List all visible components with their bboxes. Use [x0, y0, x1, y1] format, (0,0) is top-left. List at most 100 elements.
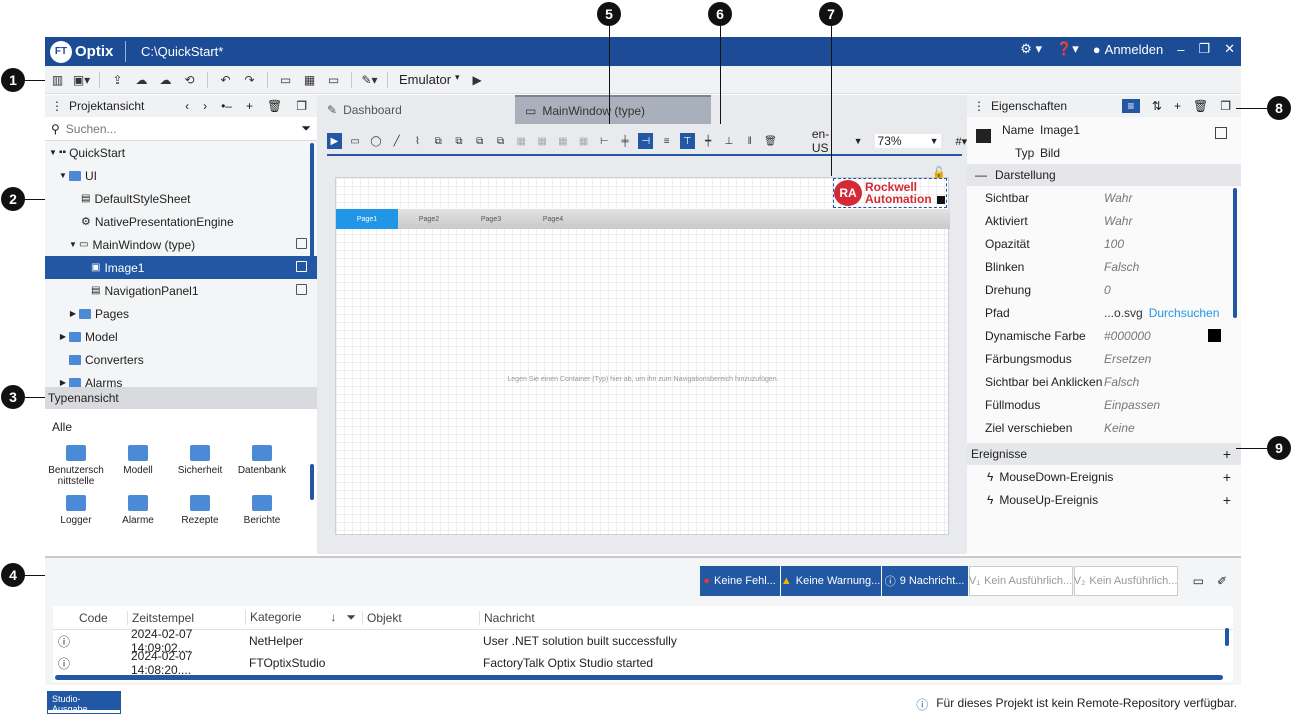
studio-output-tab[interactable]: Studio-Ausgabe [47, 691, 121, 714]
navigation-panel[interactable]: Page1 Page2 Page3 Page4 [336, 209, 950, 229]
color-swatch[interactable] [1208, 329, 1221, 342]
table-row[interactable]: ⓘ 2024-02-07 14:08:20.... FTOptixStudio … [53, 649, 1233, 677]
design-canvas[interactable]: Page1 Page2 Page3 Page4 RA Rockwell Auto… [335, 167, 950, 535]
align-middle-icon[interactable]: ┿ [701, 133, 716, 149]
prop-value[interactable]: 0 [1104, 283, 1111, 297]
type-item-model[interactable]: Modell [109, 445, 167, 487]
prop-value[interactable]: ...o.svg [1104, 306, 1143, 320]
send-back-icon[interactable]: ⧉ [452, 133, 467, 149]
tree-item-quickstart[interactable]: ▼ ▪▪ QuickStart [45, 141, 317, 164]
minimize-icon[interactable]: – [1177, 42, 1184, 57]
align-vstretch-icon[interactable]: ‖ [742, 133, 757, 149]
align-stretch-icon[interactable]: ≡ [659, 133, 674, 149]
line-tool-icon[interactable]: ╱ [389, 133, 404, 149]
nav-tab-page3[interactable]: Page3 [460, 209, 522, 229]
help-icon[interactable]: ❓▾ [1056, 41, 1079, 57]
undo-icon[interactable]: ↶ [219, 73, 232, 87]
edit-type-icon[interactable] [296, 284, 307, 295]
prop-row[interactable]: Färbungsmodus Ersetzen [967, 347, 1241, 370]
chevron-right-icon[interactable]: › [203, 99, 207, 113]
prop-row[interactable]: Pfad ...o.svg Durchsuchen [967, 301, 1241, 324]
locale-select[interactable]: en-US ▼ [812, 127, 863, 155]
add-icon[interactable]: + [246, 99, 253, 113]
edit-type-icon[interactable] [296, 261, 307, 272]
emulator-dropdown[interactable]: Emulator ▾ [399, 72, 460, 87]
type-item-security[interactable]: Sicherheit [171, 445, 229, 487]
prop-row[interactable]: Dynamische Farbe #000000 [967, 324, 1241, 347]
filter-props-icon[interactable]: ≡ [1121, 99, 1140, 113]
output-h-scrollbar[interactable] [55, 675, 1223, 680]
expand-icon[interactable]: ▶ [57, 378, 69, 387]
restore-icon[interactable]: ❐ [1198, 41, 1210, 57]
close-icon[interactable]: ✕ [1224, 41, 1235, 57]
sort-down-icon[interactable]: ↓ [330, 610, 336, 625]
zoom-select[interactable]: 73% ▼ [874, 134, 942, 148]
distribute-v-icon[interactable]: ▦ [535, 133, 550, 149]
tree-item-navigationpanel1[interactable]: ▤ NavigationPanel1 [45, 279, 317, 302]
filter-icon[interactable]: ⏷ [301, 121, 311, 136]
prop-value[interactable]: Wahr [1104, 191, 1132, 205]
name-value[interactable]: Image1 [1040, 123, 1080, 137]
resize-handle-icon[interactable] [937, 196, 945, 204]
type-item-recipes[interactable]: Rezepte [171, 495, 229, 526]
search-input[interactable] [65, 121, 302, 136]
terminal-icon[interactable]: ▭ [327, 73, 340, 87]
tree-item-nativepresentationengine[interactable]: ⚙ NativePresentationEngine [45, 210, 317, 233]
prop-value[interactable]: Keine [1104, 421, 1135, 435]
drag-handle-icon[interactable]: ⋮ [51, 99, 63, 113]
prop-value[interactable]: Falsch [1104, 375, 1139, 389]
expand-icon[interactable]: ▶ [67, 309, 79, 318]
align-left-icon[interactable]: ⊢ [597, 133, 612, 149]
prop-row[interactable]: Füllmodus Einpassen [967, 393, 1241, 416]
column-timestamp[interactable]: Zeitstempel [127, 610, 245, 625]
expand-icon[interactable]: ▶ [57, 332, 69, 341]
drag-handle-icon[interactable]: ⋮ [973, 99, 985, 113]
filter-verbose2[interactable]: V₂ Kein Ausführlich... [1073, 566, 1178, 596]
tree-item-mainwindow[interactable]: ▼ ▭ MainWindow (type) [45, 233, 317, 256]
sort-icon[interactable]: ⇅ [1152, 99, 1162, 113]
section-events[interactable]: Ereignisse + [967, 443, 1241, 465]
image1-selected[interactable]: RA Rockwell Automation [833, 178, 947, 208]
props-scrollbar[interactable] [1233, 188, 1237, 318]
bring-front-icon[interactable]: ⧉ [431, 133, 446, 149]
expand-icon[interactable]: ▼ [67, 240, 79, 249]
edit-type-icon[interactable] [1215, 127, 1227, 139]
prop-row[interactable]: Aktiviert Wahr [967, 209, 1241, 232]
prop-row[interactable]: Drehung 0 [967, 278, 1241, 301]
expand-icon[interactable]: ▼ [57, 171, 69, 180]
unlock-icon[interactable]: 🔓 [932, 166, 946, 179]
column-message[interactable]: Nachricht [479, 610, 1233, 625]
tree-scrollbar[interactable] [310, 143, 314, 263]
event-row[interactable]: ϟ MouseUp-Ereignis + [967, 488, 1241, 511]
type-item-reports[interactable]: Berichte [233, 495, 291, 526]
cloud-download-icon[interactable]: ☁ [159, 73, 172, 87]
add-icon[interactable]: + [1223, 492, 1231, 508]
type-item-alarms[interactable]: Alarme [109, 495, 167, 526]
distribute-h-icon[interactable]: ▦ [514, 133, 529, 149]
copy-icon[interactable]: ❐ [1220, 99, 1231, 113]
space-h-icon[interactable]: ▦ [555, 133, 570, 149]
tab-dashboard[interactable]: ✎ Dashboard [317, 95, 515, 124]
type-item-logger[interactable]: Logger [47, 495, 105, 526]
copy-icon[interactable]: ❐ [296, 99, 307, 113]
play-icon[interactable]: ▶ [471, 73, 484, 87]
tree-item-ui[interactable]: ▼ UI [45, 164, 317, 187]
prop-value[interactable]: Einpassen [1104, 398, 1160, 412]
browse-link[interactable]: Durchsuchen [1149, 306, 1220, 320]
grid-icon[interactable]: ▦ [303, 73, 316, 87]
history-icon[interactable]: ⟲ [183, 73, 196, 87]
clear-icon[interactable]: ✐ [1217, 574, 1227, 588]
edit-type-icon[interactable] [296, 238, 307, 249]
prop-row[interactable]: Sichtbar bei Anklicken Falsch [967, 370, 1241, 393]
cloud-upload-icon[interactable]: ☁ [135, 73, 148, 87]
delete-icon[interactable]: 🗑 [267, 99, 282, 113]
filter-messages[interactable]: ⓘ 9 Nachricht... [881, 566, 968, 596]
tree-item-alarms[interactable]: ▶ Alarms [45, 371, 317, 387]
filter-warnings[interactable]: ▲ Keine Warnung... [780, 566, 881, 596]
deploy-icon[interactable]: ⇪ [111, 73, 124, 87]
prop-value[interactable]: Wahr [1104, 214, 1132, 228]
column-category[interactable]: Kategorie ↓ ⏷ [245, 610, 362, 625]
type-item-ui[interactable]: Benutzersch nittstelle [47, 445, 105, 487]
filter-verbose1[interactable]: V₁ Kein Ausführlich... [968, 566, 1073, 596]
output-v-scrollbar[interactable] [1225, 628, 1229, 646]
